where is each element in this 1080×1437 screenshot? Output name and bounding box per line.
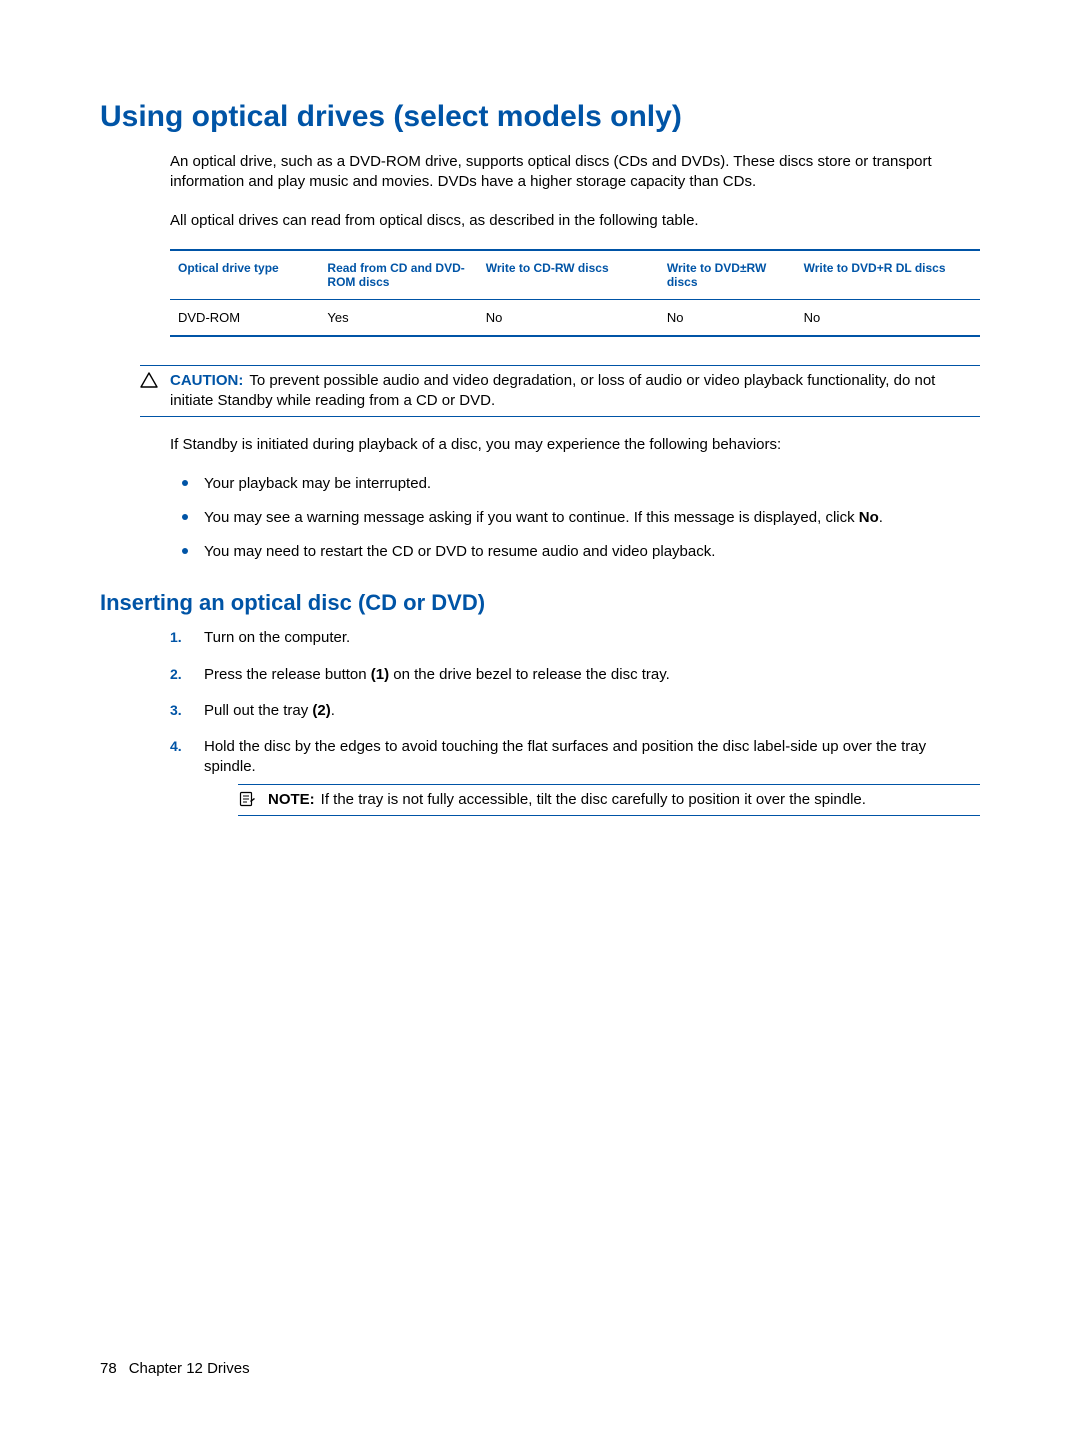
table-header-cell: Optical drive type (178, 261, 327, 289)
list-item: Turn on the computer. (170, 628, 980, 648)
step-text: . (331, 702, 335, 719)
table-header-cell: Write to DVD±RW discs (667, 261, 804, 289)
page: Using optical drives (select models only… (0, 0, 1080, 1437)
intro-paragraph-2: All optical drives can read from optical… (170, 211, 980, 231)
list-item: You may need to restart the CD or DVD to… (170, 542, 980, 562)
step-strong: (1) (371, 666, 389, 683)
list-text: . (879, 509, 883, 526)
list-item: Hold the disc by the edges to avoid touc… (170, 737, 980, 816)
list-item: Press the release button (1) on the driv… (170, 665, 980, 685)
step-text: Pull out the tray (204, 702, 312, 719)
standby-intro: If Standby is initiated during playback … (170, 435, 980, 455)
heading-2: Inserting an optical disc (CD or DVD) (100, 590, 980, 616)
caution-label: CAUTION: (170, 372, 249, 389)
heading-1: Using optical drives (select models only… (100, 100, 980, 134)
note-callout: NOTE:If the tray is not fully accessible… (238, 784, 980, 816)
list-item: You may see a warning message asking if … (170, 508, 980, 528)
caution-icon (140, 371, 170, 412)
caution-body: To prevent possible audio and video degr… (170, 372, 935, 409)
list-text: You may see a warning message asking if … (204, 509, 859, 526)
list-strong: No (859, 509, 879, 526)
note-body: If the tray is not fully accessible, til… (321, 791, 866, 808)
page-footer: 78 Chapter 12 Drives (100, 1360, 250, 1377)
table-cell: No (667, 310, 804, 325)
body: An optical drive, such as a DVD-ROM driv… (170, 152, 980, 337)
table-cell: Yes (327, 310, 485, 325)
caution-callout: CAUTION:To prevent possible audio and vi… (140, 365, 980, 418)
intro-paragraph-1: An optical drive, such as a DVD-ROM driv… (170, 152, 980, 193)
callout-rule-bottom (238, 815, 980, 816)
chapter-label: Chapter 12 Drives (129, 1360, 250, 1377)
note-icon (238, 790, 268, 810)
note-label: NOTE: (268, 791, 321, 808)
caution-text: CAUTION:To prevent possible audio and vi… (170, 371, 980, 412)
table-rule-bottom (170, 335, 980, 337)
step-strong: (2) (312, 702, 330, 719)
note-text: NOTE:If the tray is not fully accessible… (268, 790, 980, 810)
table-cell: DVD-ROM (178, 310, 327, 325)
list-item: Pull out the tray (2). (170, 701, 980, 721)
step-text: Hold the disc by the edges to avoid touc… (204, 738, 926, 775)
table-header-cell: Write to DVD+R DL discs (804, 261, 972, 289)
step-text: Press the release button (204, 666, 371, 683)
steps-list: Turn on the computer. Press the release … (170, 628, 980, 816)
table-header-cell: Write to CD-RW discs (486, 261, 667, 289)
table-row: DVD-ROM Yes No No No (170, 300, 980, 335)
callout-rule-bottom (140, 416, 980, 417)
table-header-cell: Read from CD and DVD-ROM discs (327, 261, 485, 289)
table-header-row: Optical drive type Read from CD and DVD-… (170, 251, 980, 299)
standby-bullet-list: Your playback may be interrupted. You ma… (170, 474, 980, 563)
table-cell: No (804, 310, 972, 325)
step-text: on the drive bezel to release the disc t… (389, 666, 670, 683)
optical-drive-table: Optical drive type Read from CD and DVD-… (170, 249, 980, 337)
body-3: Turn on the computer. Press the release … (170, 628, 980, 816)
body-2: If Standby is initiated during playback … (170, 435, 980, 562)
table-cell: No (486, 310, 667, 325)
page-number: 78 (100, 1360, 117, 1377)
list-item: Your playback may be interrupted. (170, 474, 980, 494)
